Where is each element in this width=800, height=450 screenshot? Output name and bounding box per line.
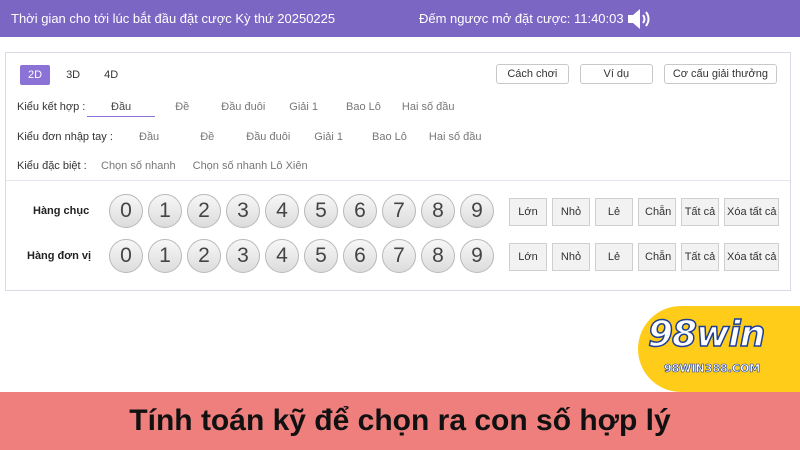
units-small-button[interactable]: Nhỏ [552,243,590,271]
units-ball-4[interactable]: 4 [265,239,299,273]
combo-option-hai-so-dau[interactable]: Hai số đầu [402,101,455,117]
manual-option-giai-1[interactable]: Giải 1 [314,131,343,143]
units-label: Hàng đơn vị [27,250,92,262]
tens-ball-7[interactable]: 7 [382,194,416,228]
units-digit-row: Hàng đơn vị 0 1 2 3 4 5 6 7 8 9 Lớn Nhỏ … [6,239,790,275]
divider [6,180,790,181]
units-ball-0[interactable]: 0 [109,239,143,273]
combo-option-bao-lo[interactable]: Bao Lô [346,101,381,117]
manual-option-bao-lo[interactable]: Bao Lô [372,131,407,143]
combo-type-label: Kiểu kết hợp : [17,101,86,113]
manual-option-dau-duoi[interactable]: Đầu đuôi [246,131,290,143]
tens-even-button[interactable]: Chẵn [638,198,676,226]
how-to-play-button[interactable]: Cách chơi [495,64,569,84]
tens-digit-row: Hàng chục 0 1 2 3 4 5 6 7 8 9 Lớn Nhỏ Lẻ… [6,194,790,230]
units-ball-5[interactable]: 5 [304,239,338,273]
countdown-text: Đếm ngược mở đặt cược: 11:40:03 [419,11,624,26]
units-ball-1[interactable]: 1 [148,239,182,273]
tens-ball-8[interactable]: 8 [421,194,455,228]
combo-type-options: Đầu Đề Đầu đuôi Giải 1 Bao Lô Hai số đầu [87,101,455,117]
tens-ball-5[interactable]: 5 [304,194,338,228]
tens-digit-balls: 0 1 2 3 4 5 6 7 8 9 [109,194,494,228]
manual-option-hai-so-dau[interactable]: Hai số đầu [429,131,482,143]
tens-ball-3[interactable]: 3 [226,194,260,228]
tens-all-button[interactable]: Tất cả [681,198,719,226]
logo-wordmark: 98win [647,313,766,356]
help-links: Cách chơi Ví dụ Cơ cấu giải thưởng [495,64,777,84]
tab-2d[interactable]: 2D [20,65,51,85]
tens-quick-buttons: Lớn Nhỏ Lẻ Chẵn Tất cả Xóa tất cả [509,198,779,226]
manual-type-label: Kiểu đơn nhập tay : [17,131,113,143]
draw-period-text: Thời gian cho tới lúc bắt đầu đặt cược K… [11,11,336,26]
combo-option-dau[interactable]: Đầu [87,101,156,117]
special-option-quick-pick-lo-xien[interactable]: Chọn số nhanh Lô Xiên [193,160,308,172]
units-ball-6[interactable]: 6 [343,239,377,273]
tens-ball-1[interactable]: 1 [148,194,182,228]
caption-text: Tính toán kỹ để chọn ra con số hợp lý [129,404,671,437]
logo-domain: 98WIN388.COM [664,362,761,376]
tens-ball-9[interactable]: 9 [460,194,494,228]
units-all-button[interactable]: Tất cả [681,243,719,271]
tens-clear-all-button[interactable]: Xóa tất cả [724,198,779,226]
prize-structure-button[interactable]: Cơ cấu giải thưởng [663,64,777,84]
countdown-header: Thời gian cho tới lúc bắt đầu đặt cược K… [0,0,800,37]
combo-option-dau-duoi[interactable]: Đầu đuôi [221,101,265,117]
bet-panel: 2D 3D 4D Cách chơi Ví dụ Cơ cấu giải thư… [5,52,791,291]
tens-ball-0[interactable]: 0 [109,194,143,228]
page: Thời gian cho tới lúc bắt đầu đặt cược K… [0,0,800,450]
units-big-button[interactable]: Lớn [509,243,547,271]
tens-small-button[interactable]: Nhỏ [552,198,590,226]
tens-ball-2[interactable]: 2 [187,194,221,228]
tab-4d[interactable]: 4D [96,65,126,85]
manual-option-dau[interactable]: Đầu [139,131,159,143]
brand-logo: 98win 98WIN388.COM [638,306,800,392]
combo-option-giai-1[interactable]: Giải 1 [289,101,318,117]
units-clear-all-button[interactable]: Xóa tất cả [724,243,779,271]
units-quick-buttons: Lớn Nhỏ Lẻ Chẵn Tất cả Xóa tất cả [509,243,779,271]
tens-label: Hàng chục [33,205,90,217]
special-option-quick-pick[interactable]: Chọn số nhanh [101,160,176,172]
combo-option-de[interactable]: Đề [175,101,189,117]
tens-big-button[interactable]: Lớn [509,198,547,226]
units-odd-button[interactable]: Lẻ [595,243,633,271]
units-even-button[interactable]: Chẵn [638,243,676,271]
tab-3d[interactable]: 3D [58,65,88,85]
example-button[interactable]: Ví dụ [579,64,653,84]
special-type-label: Kiểu đặc biệt : [17,160,87,172]
manual-option-de[interactable]: Đề [200,131,214,143]
units-ball-8[interactable]: 8 [421,239,455,273]
tens-ball-6[interactable]: 6 [343,194,377,228]
game-tabs: 2D 3D 4D [20,65,126,85]
special-type-options: Chọn số nhanh Chọn số nhanh Lô Xiên [101,160,308,172]
units-ball-3[interactable]: 3 [226,239,260,273]
units-ball-9[interactable]: 9 [460,239,494,273]
caption-banner: Tính toán kỹ để chọn ra con số hợp lý [0,392,800,450]
speaker-icon[interactable] [626,7,654,31]
tens-ball-4[interactable]: 4 [265,194,299,228]
units-digit-balls: 0 1 2 3 4 5 6 7 8 9 [109,239,494,273]
manual-type-options: Đầu Đề Đầu đuôi Giải 1 Bao Lô Hai số đầu [139,131,482,143]
tens-odd-button[interactable]: Lẻ [595,198,633,226]
units-ball-7[interactable]: 7 [382,239,416,273]
units-ball-2[interactable]: 2 [187,239,221,273]
